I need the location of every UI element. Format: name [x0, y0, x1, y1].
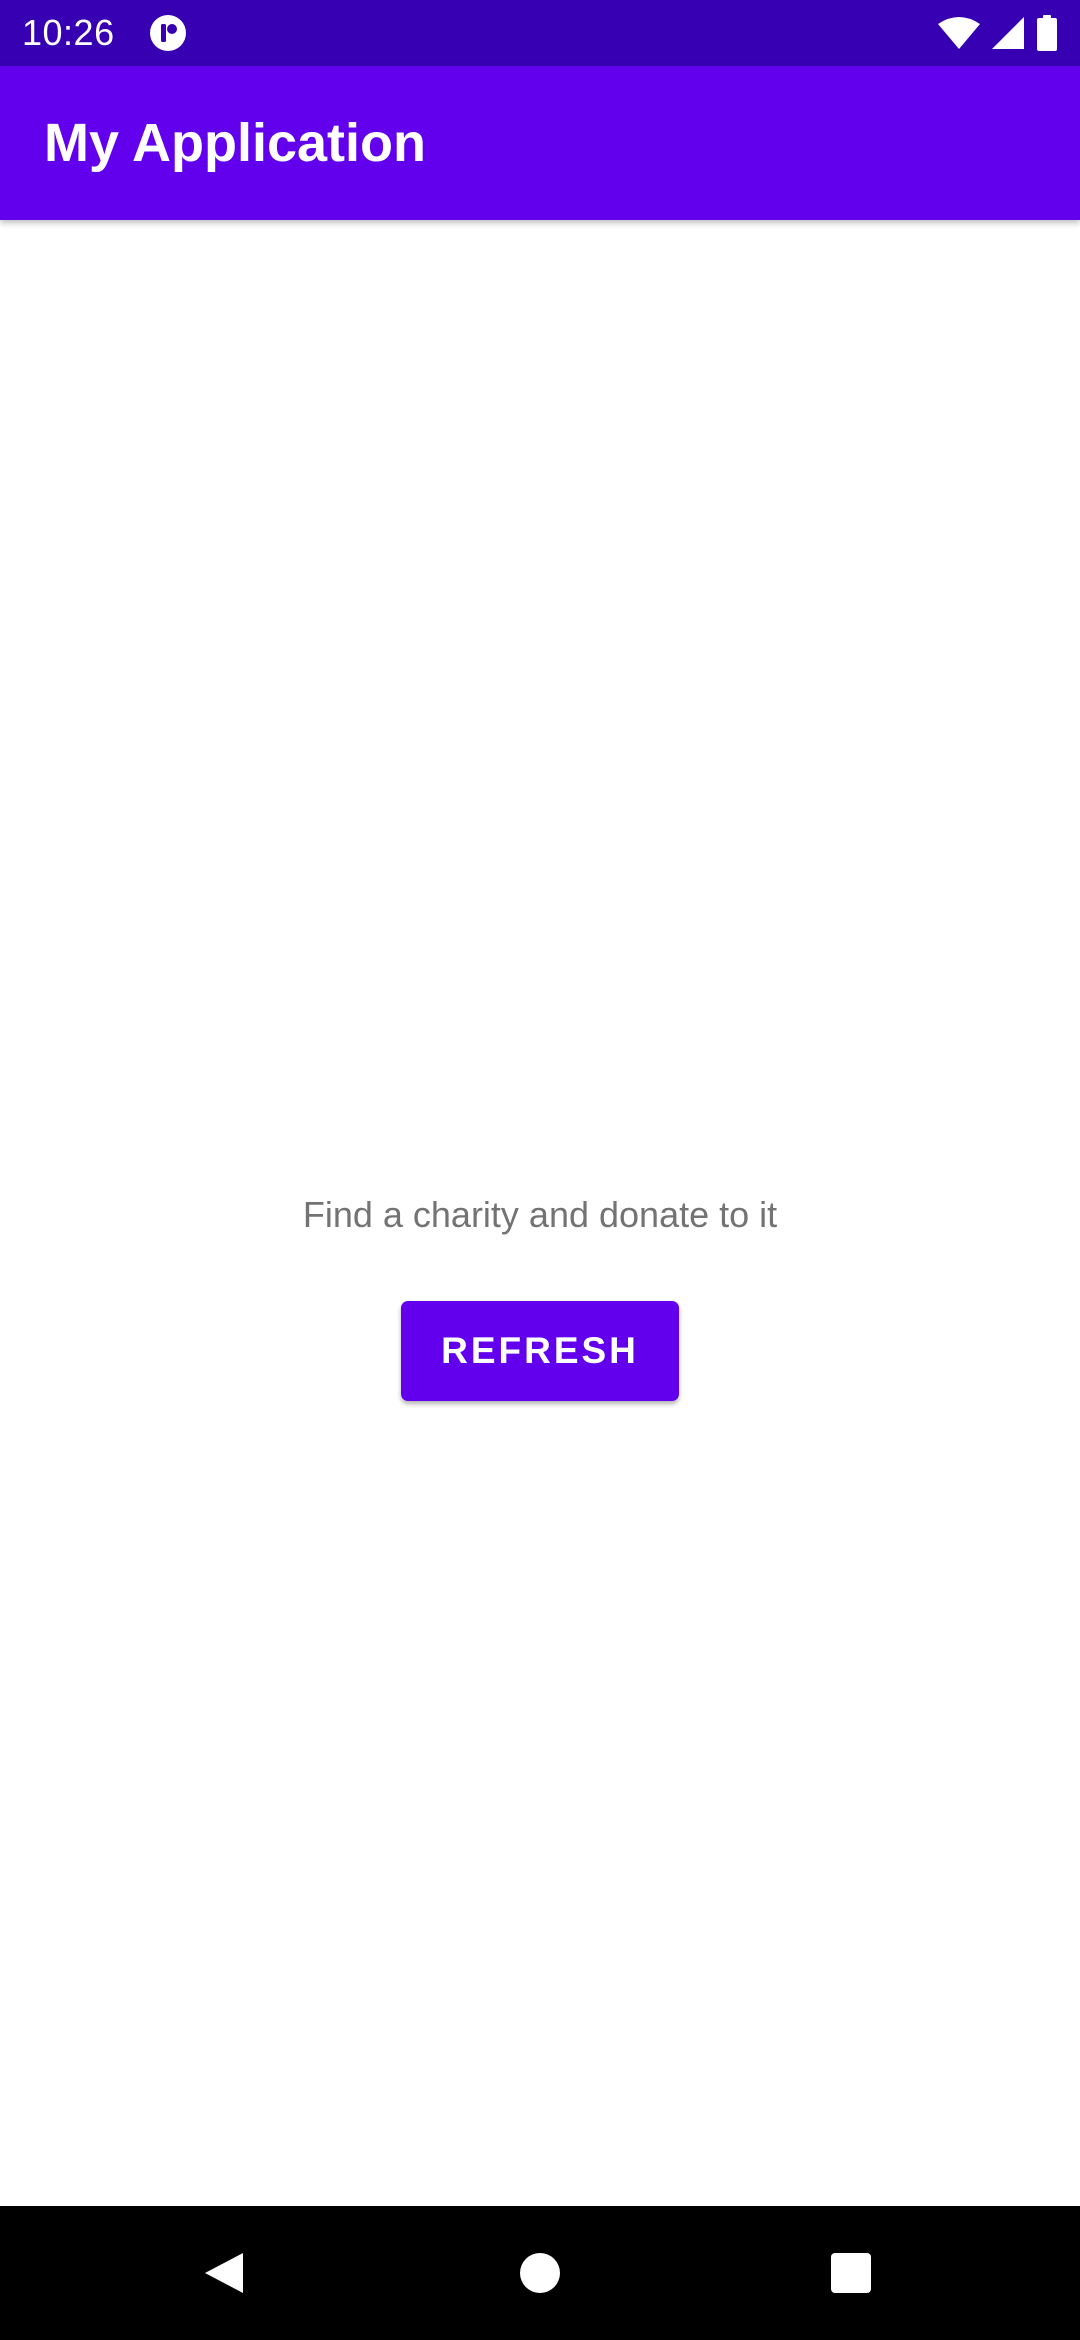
battery-icon	[1037, 15, 1057, 51]
navigation-bar	[0, 2206, 1080, 2340]
status-bar: 10:26	[0, 0, 1080, 66]
charity-message: Find a charity and donate to it	[302, 1194, 778, 1235]
refresh-button[interactable]: REFRESH	[401, 1301, 679, 1401]
status-icons	[938, 14, 1058, 52]
recents-icon[interactable]	[830, 2252, 872, 2294]
cellular-signal-icon	[992, 17, 1024, 49]
app-bar: My Application	[0, 66, 1080, 220]
home-icon[interactable]	[519, 2252, 561, 2294]
status-time: 10:26	[22, 12, 115, 53]
main-content: Find a charity and donate to it REFRESH	[0, 220, 1080, 2206]
back-icon[interactable]	[203, 2251, 245, 2295]
wifi-icon	[938, 17, 980, 49]
app-title: My Application	[44, 113, 427, 173]
app-notification-icon	[150, 15, 186, 51]
